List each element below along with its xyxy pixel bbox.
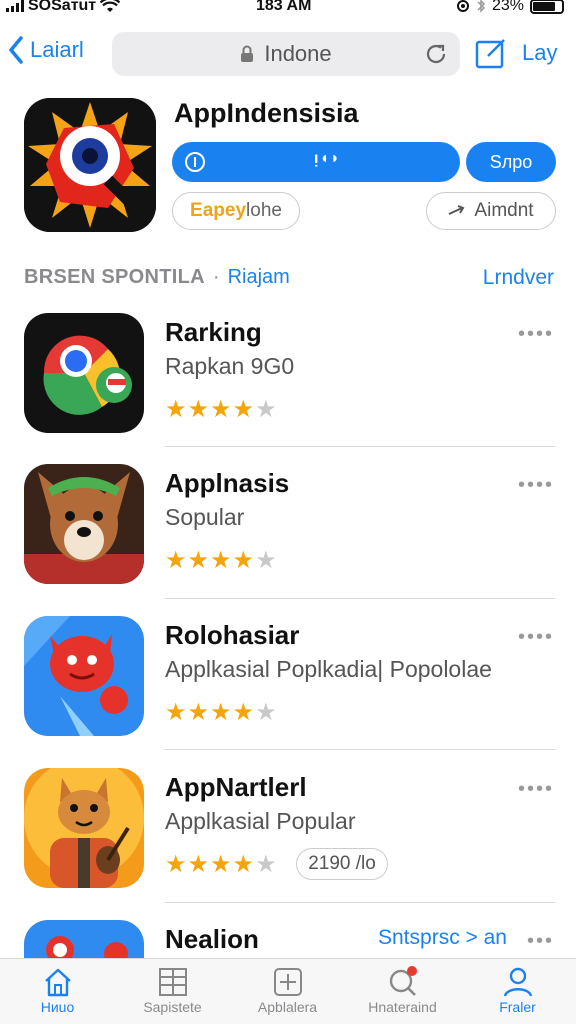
reload-icon[interactable] — [424, 42, 448, 66]
app-subtitle: Applkasial Popular — [165, 808, 356, 834]
category-chip-label: lohe — [246, 200, 282, 221]
tab-label: Apblalera — [257, 999, 318, 1015]
tab-label: Hnateraind — [368, 999, 437, 1015]
battery-percent: 23% — [491, 0, 524, 14]
app-subtitle: Applkasial Poplkadia| Popololae — [165, 656, 492, 682]
app-subtitle: Rapkan 9G0 — [165, 353, 295, 379]
open-button[interactable]: Sлро — [466, 142, 556, 182]
section-separator: · — [212, 266, 220, 288]
chevron-left-icon — [9, 36, 23, 64]
tab-label: Fraler — [499, 999, 536, 1015]
address-text: Indone — [264, 41, 332, 66]
back-label: Laiarl — [30, 37, 84, 62]
app-subtitle: Sopular — [165, 504, 245, 530]
category-chip[interactable]: Eapey lohe — [172, 192, 300, 230]
share-chip[interactable]: Aimdnt — [426, 192, 556, 230]
more-options-icon[interactable]: •••• — [518, 474, 554, 497]
progress-text: ᴉ◖◗ — [314, 150, 341, 167]
person-icon — [503, 967, 532, 997]
app-list-icon — [24, 920, 144, 958]
star-rating: ★★★★★ — [165, 699, 278, 726]
notification-dot — [406, 966, 417, 976]
red-monster-icon — [24, 616, 144, 736]
nav-right-link[interactable]: Lay — [522, 40, 557, 66]
divider — [165, 902, 555, 903]
section-subtitle[interactable]: Riajam — [228, 266, 290, 288]
divider — [165, 446, 555, 447]
tab-home[interactable]: Hиuo — [0, 963, 115, 1024]
address-bar[interactable]: Indone — [112, 32, 460, 76]
carrier-label: SOSaтuт — [28, 0, 97, 14]
review-count-badge: 2190 /lo — [296, 848, 388, 880]
compose-icon[interactable] — [474, 36, 508, 70]
more-options-icon[interactable]: ••• — [527, 930, 554, 953]
home-icon — [44, 968, 71, 997]
search-icon — [389, 966, 417, 996]
battery-icon — [530, 0, 564, 14]
partial-app-icon — [24, 920, 144, 958]
section-header: BRSEN SPONTILA · Riajam Lrndver — [24, 266, 554, 294]
cellular-signal-icon — [6, 0, 24, 12]
category-chip-accent: Eapey — [190, 200, 247, 221]
app-name: Applnasis — [165, 468, 290, 498]
location-icon — [456, 0, 469, 12]
tab-apps[interactable]: Apblalera — [230, 963, 345, 1024]
tab-search[interactable]: Hnateraind — [345, 963, 460, 1024]
app-title: AppIndensisia — [174, 98, 359, 128]
section-title: BRSEN SPONTILA — [24, 266, 205, 288]
download-progress-button[interactable]: ᴉ◖◗ — [172, 142, 460, 182]
app-header: AppIndensisia ᴉ◖◗ Sлро Eapey lohe Aimdnt — [0, 98, 576, 238]
app-logo-icon — [24, 98, 156, 232]
tab-label: Hиuo — [40, 999, 75, 1015]
tab-label: Sapistete — [143, 999, 202, 1015]
app-list-icon — [24, 464, 144, 584]
list-item[interactable]: Rolohasiar Applkasial Poplkadia| Popolol… — [0, 616, 576, 766]
app-icon — [24, 98, 156, 232]
more-options-icon[interactable]: •••• — [518, 626, 554, 649]
navigation-bar: Laiarl Indone Lay — [0, 30, 576, 78]
app-name: Rolohasiar — [165, 620, 300, 650]
app-name: AppNartlerl — [165, 772, 307, 802]
divider — [165, 598, 555, 599]
wifi-icon — [100, 0, 121, 12]
list-item[interactable]: Nealion Sntsprsc > an ••• — [0, 920, 576, 958]
app-list-icon — [24, 616, 144, 736]
status-time: 183 AM — [256, 0, 312, 14]
lock-icon — [241, 45, 254, 62]
grid-icon — [158, 968, 187, 996]
app-name: Rarking — [165, 317, 262, 347]
tab-profile[interactable]: Fraler — [460, 963, 575, 1024]
app-name: Nealion — [165, 924, 259, 954]
chrome-like-icon — [24, 313, 144, 433]
app-list-icon — [24, 768, 144, 888]
more-options-icon[interactable]: •••• — [518, 778, 554, 801]
dog-character-icon — [24, 464, 144, 584]
row-link[interactable]: Sntsprsc > an — [378, 926, 507, 950]
share-chip-label: Aimdnt — [474, 200, 534, 221]
tab-today[interactable]: Sapistete — [115, 963, 230, 1024]
pause-icon — [185, 152, 205, 172]
fox-guitar-icon — [24, 768, 144, 888]
star-rating: ★★★★★ — [165, 396, 278, 423]
arrow-right-icon — [449, 205, 465, 215]
list-item[interactable]: Rarking Rapkan 9G0 ★★★★★ •••• — [0, 313, 576, 463]
list-item[interactable]: Applnasis Sopular ★★★★★ •••• — [0, 464, 576, 614]
back-button[interactable]: Laiarl — [8, 36, 84, 64]
list-item[interactable]: AppNartlerl Applkasial Popular ★★★★★ 219… — [0, 768, 576, 918]
divider — [165, 749, 555, 750]
apps-icon — [273, 968, 302, 996]
star-rating: ★★★★★ — [165, 547, 278, 574]
see-all-link[interactable]: Lrndver — [483, 266, 554, 290]
app-list-icon — [24, 313, 144, 433]
more-options-icon[interactable]: •••• — [518, 323, 554, 346]
tab-bar: Hиuo Sapistete Apblalera Hnateraind Fral… — [0, 958, 576, 1024]
status-bar: SOSaтuт 183 AM 23% — [0, 0, 576, 18]
star-rating: ★★★★★ — [165, 851, 278, 878]
bluetooth-icon — [477, 0, 486, 13]
